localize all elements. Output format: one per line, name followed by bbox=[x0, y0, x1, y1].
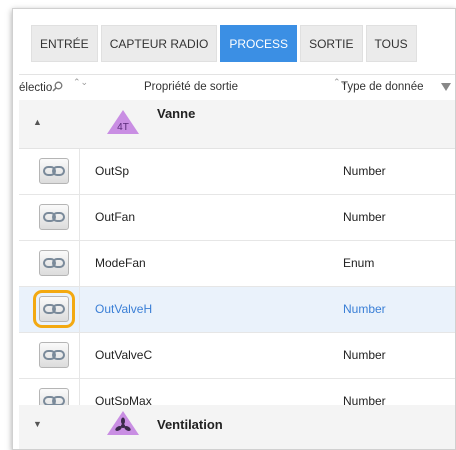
column-header-selection-label: électio bbox=[19, 82, 53, 94]
table-header: électio ⌃⌄ Propriété de sortie ⌃⌄ Type d… bbox=[19, 74, 455, 101]
tab-entree[interactable]: ENTRÉE bbox=[31, 25, 98, 62]
table-row[interactable]: ModeFan Enum bbox=[19, 241, 455, 287]
select-cell bbox=[19, 149, 80, 194]
group-row-vanne[interactable]: ▲ 4T Vanne bbox=[19, 100, 455, 149]
filter-icon[interactable] bbox=[441, 83, 451, 91]
property-type: Number bbox=[343, 164, 386, 178]
collapse-arrow-icon[interactable]: ▲ bbox=[33, 117, 42, 127]
property-name: OutFan bbox=[95, 210, 136, 224]
expand-arrow-icon[interactable]: ▼ bbox=[33, 419, 42, 429]
tab-sortie[interactable]: SORTIE bbox=[300, 25, 363, 62]
select-cell bbox=[19, 333, 80, 378]
table-row-selected[interactable]: OutValveH Number bbox=[19, 287, 455, 333]
property-name: OutValveH bbox=[95, 302, 153, 316]
search-icon[interactable] bbox=[52, 81, 63, 94]
group-title: Vanne bbox=[157, 106, 196, 121]
tab-capteur-radio[interactable]: CAPTEUR RADIO bbox=[100, 25, 218, 62]
link-icon bbox=[43, 304, 65, 314]
tab-tous[interactable]: TOUS bbox=[365, 25, 417, 62]
table-row[interactable]: OutFan Number bbox=[19, 195, 455, 241]
output-properties-panel: ENTRÉE CAPTEUR RADIO PROCESS SORTIE TOUS… bbox=[12, 8, 456, 450]
link-button[interactable] bbox=[39, 342, 69, 368]
sort-icon[interactable]: ⌃⌄ bbox=[73, 77, 88, 88]
badge-label: 4T bbox=[117, 122, 129, 133]
link-button[interactable] bbox=[39, 158, 69, 184]
property-name: ModeFan bbox=[95, 256, 146, 270]
fan-badge-icon bbox=[107, 411, 139, 435]
link-button-highlighted[interactable] bbox=[33, 290, 75, 328]
property-type: Number bbox=[343, 210, 386, 224]
link-icon bbox=[43, 258, 65, 268]
column-header-property[interactable]: Propriété de sortie bbox=[89, 81, 293, 93]
property-type: Number bbox=[343, 302, 386, 316]
link-icon bbox=[43, 350, 65, 360]
column-header-selection[interactable]: électio bbox=[19, 81, 71, 94]
select-cell bbox=[19, 195, 80, 240]
property-name: OutSp bbox=[95, 164, 130, 178]
select-cell bbox=[19, 287, 80, 332]
link-icon bbox=[43, 212, 65, 222]
link-button[interactable] bbox=[39, 204, 69, 230]
link-icon bbox=[43, 166, 65, 176]
property-name: OutValveC bbox=[95, 348, 153, 362]
property-type: Number bbox=[343, 348, 386, 362]
link-button[interactable] bbox=[39, 250, 69, 276]
triangle-badge-4t-icon: 4T bbox=[107, 110, 139, 134]
table-row[interactable]: OutValveC Number bbox=[19, 333, 455, 379]
column-header-type[interactable]: Type de donnée bbox=[341, 81, 424, 93]
tab-bar: ENTRÉE CAPTEUR RADIO PROCESS SORTIE TOUS bbox=[31, 25, 417, 62]
select-cell bbox=[19, 241, 80, 286]
property-type: Enum bbox=[343, 256, 375, 270]
group-row-ventilation[interactable]: ▼ Ventilation bbox=[19, 405, 455, 449]
tab-process[interactable]: PROCESS bbox=[220, 25, 298, 62]
group-title: Ventilation bbox=[157, 417, 223, 432]
table-row[interactable]: OutSp Number bbox=[19, 149, 455, 195]
